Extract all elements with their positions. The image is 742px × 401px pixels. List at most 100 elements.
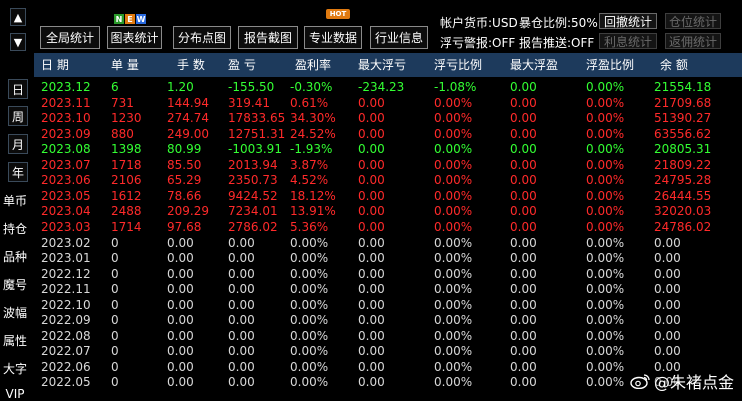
col-pnl[interactable]: 盈 亏 bbox=[228, 53, 256, 77]
sidebar-item-vip[interactable]: VIP bbox=[0, 384, 30, 401]
cell-profit-rate: -0.30% bbox=[290, 80, 333, 94]
cell-orders: 0 bbox=[111, 251, 119, 266]
cell-profit-rate: 0.00% bbox=[290, 235, 329, 250]
report-push-label[interactable]: 报告推送:OFF bbox=[519, 34, 594, 51]
global-stats-button[interactable]: 全局统计 bbox=[40, 26, 100, 49]
cell-max-float-profit: 0.00 bbox=[510, 359, 537, 374]
cell-float-profit-ratio: 0.00% bbox=[586, 266, 625, 281]
cell-drawdown-ratio: 0.00% bbox=[434, 219, 473, 234]
table-row[interactable]: 2023.02 0 0.00 0.00 0.00% 0.00 0.00% 0.00 0.00% 0… bbox=[34, 236, 742, 252]
sidebar-item-large-font[interactable]: 大字 bbox=[0, 358, 30, 378]
col-date[interactable]: 日 期 bbox=[41, 53, 69, 77]
sidebar-item-symbols[interactable]: 品种 bbox=[0, 246, 30, 266]
table-row[interactable]: 2023.10 1230 274.74 17833.65 34.30% 0.00 0.00%… bbox=[34, 111, 742, 127]
table-row[interactable]: 2023.04 2488 209.29 7234.01 13.91% 0.00 0.00% 0… bbox=[34, 204, 742, 220]
col-orders[interactable]: 单 量 bbox=[111, 53, 139, 77]
account-currency-label: 帐户货币:USD bbox=[440, 16, 518, 30]
report-screenshot-button[interactable]: 报告截图 bbox=[238, 26, 298, 49]
industry-info-button[interactable]: 行业信息 bbox=[370, 26, 428, 49]
cell-orders: 1714 bbox=[111, 219, 142, 234]
table-row[interactable]: 2023.09 880 249.00 12751.31 24.52% 0.00 0.00% 0… bbox=[34, 127, 742, 143]
sidebar-item-volatility[interactable]: 波幅 bbox=[0, 302, 30, 322]
cell-orders: 6 bbox=[111, 80, 119, 94]
cell-lots: 0.00 bbox=[167, 359, 194, 374]
cell-drawdown-ratio: 0.00% bbox=[434, 297, 473, 312]
weibo-logo-icon bbox=[630, 374, 650, 389]
interest-stats-button[interactable]: 利息统计 bbox=[599, 33, 657, 49]
table-row[interactable]: 2023.06 2106 65.29 2350.73 4.52% 0.00 0.00% 0.0… bbox=[34, 173, 742, 189]
distribution-plot-button[interactable]: 分布点图 bbox=[173, 26, 231, 49]
cell-float-profit-ratio: 0.00% bbox=[586, 313, 625, 328]
table-row[interactable]: 2023.08 1398 80.99 -1003.91 -1.93% 0.00 0.00% 0… bbox=[34, 142, 742, 158]
table-row[interactable]: 2022.09 0 0.00 0.00 0.00% 0.00 0.00% 0.00 0.00% 0… bbox=[34, 313, 742, 329]
scroll-up-button[interactable]: ▲ bbox=[10, 8, 26, 26]
sidebar-item-magic[interactable]: 魔号 bbox=[0, 274, 30, 294]
table-row[interactable]: 2022.08 0 0.00 0.00 0.00% 0.00 0.00% 0.00 0.00% 0… bbox=[34, 329, 742, 345]
table-row[interactable]: 2023.01 0 0.00 0.00 0.00% 0.00 0.00% 0.00 0.00% 0… bbox=[34, 251, 742, 267]
pro-data-button[interactable]: 专业数据 bbox=[304, 26, 362, 49]
cell-balance: 0.00 bbox=[654, 282, 681, 297]
cell-date: 2023.10 bbox=[41, 111, 91, 126]
cell-max-drawdown: 0.00 bbox=[358, 328, 385, 343]
cell-float-profit-ratio: 0.00% bbox=[586, 251, 625, 266]
cell-pnl: -155.50 bbox=[228, 80, 275, 94]
cell-float-profit-ratio: 0.00% bbox=[586, 344, 625, 359]
sidebar-item-properties[interactable]: 属性 bbox=[0, 330, 30, 350]
period-month-button[interactable]: 月 bbox=[8, 134, 28, 154]
sidebar-item-positions[interactable]: 持仓 bbox=[0, 218, 30, 238]
drawdown-stats-button[interactable]: 回撤统计 bbox=[599, 13, 657, 29]
cell-profit-rate: 4.52% bbox=[290, 173, 329, 188]
table-row[interactable]: 2023.11 731 144.94 319.41 0.61% 0.00 0.00% 0.00… bbox=[34, 96, 742, 112]
cell-max-float-profit: 0.00 bbox=[510, 282, 537, 297]
cell-max-float-profit: 0.00 bbox=[510, 142, 537, 157]
cell-date: 2023.12 bbox=[41, 80, 91, 94]
cell-max-float-profit: 0.00 bbox=[510, 219, 537, 234]
cell-pnl: 2350.73 bbox=[228, 173, 278, 188]
cell-max-drawdown: 0.00 bbox=[358, 204, 385, 219]
cell-orders: 2488 bbox=[111, 204, 142, 219]
col-float-profit-ratio[interactable]: 浮盈比例 bbox=[586, 53, 634, 77]
position-stats-button[interactable]: 仓位统计 bbox=[665, 13, 721, 29]
cell-orders: 880 bbox=[111, 126, 134, 141]
period-week-button[interactable]: 周 bbox=[8, 106, 28, 126]
cell-lots: 274.74 bbox=[167, 111, 209, 126]
col-drawdown-ratio[interactable]: 浮亏比例 bbox=[434, 53, 482, 77]
chart-stats-button[interactable]: 图表统计 bbox=[107, 26, 162, 49]
period-day-button[interactable]: 日 bbox=[8, 79, 28, 99]
table-row[interactable]: 2022.11 0 0.00 0.00 0.00% 0.00 0.00% 0.00 0.00% 0… bbox=[34, 282, 742, 298]
table-header: 日 期 单 量 手 数 盈 亏 盈利率 最大浮亏 浮亏比例 最大浮盈 浮盈比例 … bbox=[34, 53, 742, 77]
sidebar-item-single-currency[interactable]: 单币 bbox=[0, 190, 30, 210]
cell-orders: 0 bbox=[111, 297, 119, 312]
cell-lots: 80.99 bbox=[167, 142, 202, 157]
period-year-button[interactable]: 年 bbox=[8, 162, 28, 182]
cell-balance: 0.00 bbox=[654, 251, 681, 266]
cell-pnl: 0.00 bbox=[228, 251, 255, 266]
col-max-float-profit[interactable]: 最大浮盈 bbox=[510, 53, 558, 77]
table-row[interactable]: 2023.03 1714 97.68 2786.02 5.36% 0.00 0.00% 0.0… bbox=[34, 220, 742, 236]
cell-lots: 65.29 bbox=[167, 173, 202, 188]
cell-lots: 0.00 bbox=[167, 297, 194, 312]
table-row[interactable]: 2022.10 0 0.00 0.00 0.00% 0.00 0.00% 0.00 0.00% 0… bbox=[34, 298, 742, 314]
scroll-down-button[interactable]: ▼ bbox=[10, 33, 26, 51]
rebate-stats-button[interactable]: 返佣统计 bbox=[665, 33, 721, 49]
table-row[interactable]: 2023.07 1718 85.50 2013.94 3.87% 0.00 0.00% 0.0… bbox=[34, 158, 742, 174]
cell-profit-rate: 0.00% bbox=[290, 313, 329, 328]
table-row[interactable]: 2023.12 6 1.20 -155.50 -0.30% -234.23 -1.08% 0.… bbox=[34, 80, 742, 96]
float-alert-label[interactable]: 浮亏警报:OFF bbox=[440, 34, 515, 51]
col-profit-rate[interactable]: 盈利率 bbox=[295, 53, 331, 77]
cell-max-drawdown: 0.00 bbox=[358, 173, 385, 188]
table-row[interactable]: 2022.12 0 0.00 0.00 0.00% 0.00 0.00% 0.00 0.00% 0… bbox=[34, 267, 742, 283]
cell-profit-rate: 24.52% bbox=[290, 126, 336, 141]
cell-drawdown-ratio: 0.00% bbox=[434, 157, 473, 172]
cell-float-profit-ratio: 0.00% bbox=[586, 297, 625, 312]
col-balance[interactable]: 余 额 bbox=[660, 53, 688, 77]
col-max-drawdown[interactable]: 最大浮亏 bbox=[358, 53, 406, 77]
cell-balance: 24795.28 bbox=[654, 173, 712, 188]
cell-date: 2022.12 bbox=[41, 266, 91, 281]
col-lots[interactable]: 手 数 bbox=[177, 53, 205, 77]
table-row[interactable]: 2023.05 1612 78.66 9424.52 18.12% 0.00 0.00% 0.… bbox=[34, 189, 742, 205]
table-row[interactable]: 2022.07 0 0.00 0.00 0.00% 0.00 0.00% 0.00 0.00% 0… bbox=[34, 344, 742, 360]
cell-drawdown-ratio: 0.00% bbox=[434, 375, 473, 390]
table-body: 2023.12 6 1.20 -155.50 -0.30% -234.23 -1.08% 0.… bbox=[34, 80, 742, 401]
cell-balance: 51390.27 bbox=[654, 111, 712, 126]
